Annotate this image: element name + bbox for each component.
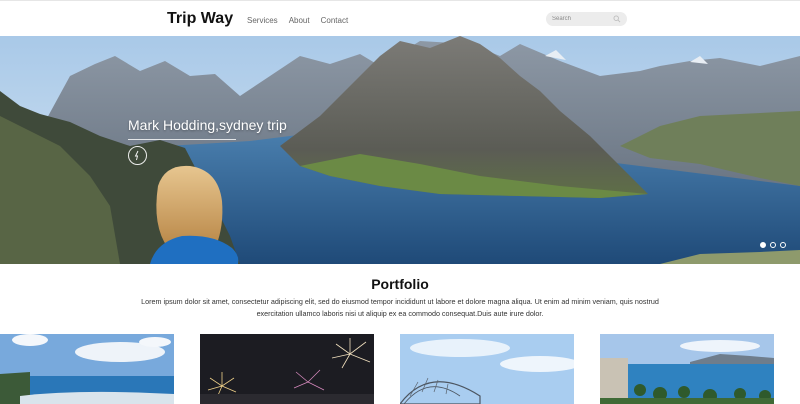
nav-contact[interactable]: Contact <box>321 16 349 25</box>
portfolio-item-beach[interactable] <box>0 334 174 404</box>
main-nav: Services About Contact <box>247 16 348 25</box>
portfolio-item-resort[interactable] <box>600 334 774 404</box>
slider-pagination <box>760 242 786 248</box>
portfolio-description: Lorem ipsum dolor sit amet, consectetur … <box>141 297 659 318</box>
dome-image <box>400 334 574 404</box>
slide-dot-2[interactable] <box>770 242 776 248</box>
slide-dot-1[interactable] <box>760 242 766 248</box>
play-button[interactable] <box>128 146 147 165</box>
hero-caption: Mark Hodding,sydney trip <box>128 117 287 133</box>
portfolio-title: Portfolio <box>371 276 429 292</box>
hero-divider <box>128 139 236 140</box>
nav-about[interactable]: About <box>289 16 310 25</box>
play-icon <box>134 150 139 161</box>
fireworks-image <box>200 334 374 404</box>
hero-slider: Mark Hodding,sydney trip <box>0 36 800 264</box>
portfolio-item-dome[interactable] <box>400 334 574 404</box>
slide-dot-3[interactable] <box>780 242 786 248</box>
portfolio-item-fireworks[interactable] <box>200 334 374 404</box>
brand-logo[interactable]: Trip Way <box>167 10 233 28</box>
resort-image <box>600 334 774 404</box>
search-icon[interactable] <box>613 15 621 23</box>
top-navbar: Trip Way Services About Contact <box>0 0 800 36</box>
beach-image <box>0 334 174 404</box>
nav-services[interactable]: Services <box>247 16 278 25</box>
hero-landscape-image <box>0 36 800 264</box>
